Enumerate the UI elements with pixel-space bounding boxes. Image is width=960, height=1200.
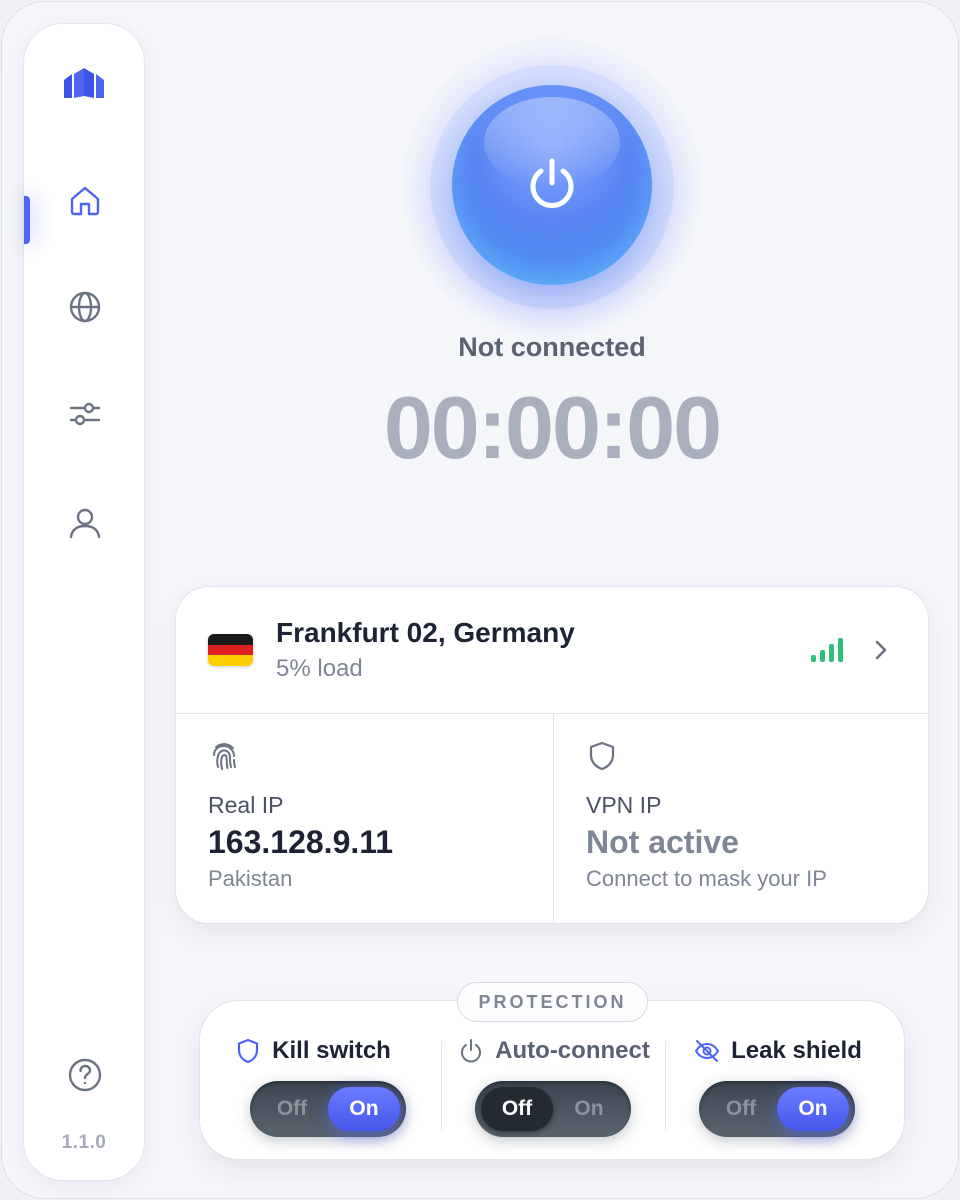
help-button[interactable]: [62, 1052, 108, 1098]
home-icon: [70, 186, 100, 216]
leak-shield-label: Leak shield: [731, 1037, 862, 1064]
kill-switch-toggle[interactable]: Off On: [250, 1081, 406, 1137]
app-window: 1.1.0 Not connected 00:00:00 Frankfurt 0…: [1, 1, 959, 1199]
app-logo-icon: [64, 68, 104, 98]
sidebar-item-home[interactable]: [62, 178, 108, 224]
user-icon: [69, 508, 101, 539]
server-name: Frankfurt 02, Germany: [276, 617, 575, 648]
real-ip-label: Real IP: [208, 792, 284, 818]
sidebar-item-account[interactable]: [62, 500, 108, 546]
real-ip-country: Pakistan: [208, 866, 293, 891]
leak-shield-control: Leak shield Off On: [665, 1001, 890, 1159]
connection-status: Not connected: [458, 332, 646, 362]
real-ip-value: 163.128.9.11: [208, 824, 394, 860]
protection-panel: Kill switch Off On Auto-connect Off On L…: [199, 1000, 905, 1160]
germany-flag-icon: [208, 634, 253, 666]
vpn-ip-section: VPN IP Not active Connect to mask your I…: [554, 714, 930, 924]
chevron-right-icon: [875, 640, 887, 660]
shield-icon: [238, 1038, 259, 1064]
auto-connect-off-option[interactable]: Off: [481, 1087, 553, 1131]
kill-switch-off-option[interactable]: Off: [256, 1087, 328, 1131]
power-button-area: [402, 37, 702, 337]
protection-title: PROTECTION: [457, 982, 648, 1022]
sidebar-item-settings[interactable]: [62, 391, 108, 437]
app-version: 1.1.0: [61, 1132, 107, 1153]
leak-shield-toggle[interactable]: Off On: [699, 1081, 855, 1137]
power-icon: [530, 158, 574, 208]
auto-connect-label: Auto-connect: [495, 1037, 650, 1064]
question-circle-icon: [68, 1058, 102, 1092]
power-icon: [461, 1039, 482, 1063]
nav-active-indicator: [24, 196, 30, 244]
sidebar: 1.1.0: [23, 23, 145, 1181]
auto-connect-toggle[interactable]: Off On: [475, 1081, 631, 1137]
connection-timer: 00:00:00: [383, 378, 722, 477]
sidebar-item-servers[interactable]: [62, 284, 108, 330]
server-load: 5% load: [276, 655, 363, 682]
signal-strength-icon: [811, 638, 843, 662]
sliders-icon: [69, 402, 101, 426]
vpn-ip-hint: Connect to mask your IP: [586, 866, 827, 891]
fingerprint-icon: [213, 743, 236, 770]
leak-shield-on-option[interactable]: On: [777, 1087, 849, 1131]
kill-switch-control: Kill switch Off On: [200, 1001, 425, 1159]
shield-icon: [589, 741, 615, 771]
auto-connect-on-option[interactable]: On: [553, 1087, 625, 1131]
eye-off-icon: [695, 1040, 720, 1062]
vpn-ip-label: VPN IP: [586, 792, 662, 818]
auto-connect-control: Auto-connect Off On: [441, 1001, 666, 1159]
server-selector[interactable]: Frankfurt 02, Germany 5% load: [176, 587, 928, 713]
connect-power-button[interactable]: [452, 85, 652, 285]
globe-icon: [69, 291, 101, 323]
kill-switch-label: Kill switch: [272, 1037, 391, 1064]
vpn-ip-value: Not active: [586, 824, 739, 860]
real-ip-section: Real IP 163.128.9.11 Pakistan: [176, 714, 552, 924]
leak-shield-off-option[interactable]: Off: [705, 1087, 777, 1131]
kill-switch-on-option[interactable]: On: [328, 1087, 400, 1131]
server-card: Frankfurt 02, Germany 5% load Real IP 16…: [175, 586, 929, 924]
